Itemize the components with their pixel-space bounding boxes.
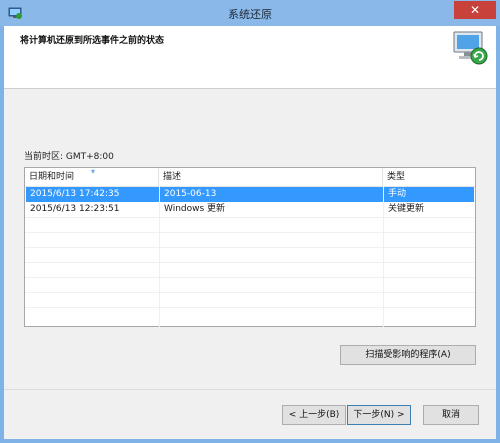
grid-line bbox=[25, 262, 475, 263]
wizard-header: 将计算机还原到所选事件之前的状态 bbox=[4, 26, 496, 88]
close-button[interactable]: ✕ bbox=[454, 1, 496, 19]
wizard-body: 当前时区: GMT+8:00 日期和时间 ▾ 描述 类型 2015/6/13 1… bbox=[4, 89, 496, 439]
row-type: 关键更新 bbox=[388, 204, 425, 214]
system-restore-large-icon bbox=[453, 31, 488, 65]
column-header-date-label: 日期和时间 bbox=[29, 172, 75, 182]
column-header-date[interactable]: 日期和时间 ▾ bbox=[25, 167, 159, 186]
window-title: 系统还原 bbox=[228, 8, 272, 21]
grid-line bbox=[25, 247, 475, 248]
timezone-label: 当前时区: GMT+8:00 bbox=[24, 152, 114, 162]
grid-line bbox=[25, 217, 475, 218]
system-restore-window: 系统还原 ✕ 将计算机还原到所选事件之前的状态 当前时区: GMT+8:00 日… bbox=[0, 0, 500, 443]
column-header-type[interactable]: 类型 bbox=[383, 168, 475, 186]
scan-affected-programs-button[interactable]: 扫描受影响的程序(A) bbox=[340, 345, 476, 365]
sort-indicator-icon: ▾ bbox=[91, 167, 96, 176]
row-description: Windows 更新 bbox=[164, 204, 226, 214]
row-description: 2015-06-13 bbox=[164, 189, 217, 199]
cancel-button[interactable]: 取消 bbox=[423, 405, 479, 425]
row-date: 2015/6/13 17:42:35 bbox=[30, 189, 120, 199]
grid-line bbox=[25, 232, 475, 233]
page-title: 将计算机还原到所选事件之前的状态 bbox=[20, 36, 165, 46]
table-row[interactable]: 2015/6/13 17:42:35 2015-06-13 手动 bbox=[26, 187, 474, 202]
footer-divider bbox=[4, 389, 496, 390]
grid-line bbox=[25, 292, 475, 293]
column-divider bbox=[159, 186, 160, 327]
grid-line bbox=[25, 277, 475, 278]
restore-point-list[interactable]: 日期和时间 ▾ 描述 类型 2015/6/13 17:42:35 2015-06… bbox=[24, 167, 476, 327]
title-bar[interactable]: 系统还原 ✕ bbox=[0, 0, 500, 26]
table-row[interactable]: 2015/6/13 12:23:51 Windows 更新 关键更新 bbox=[26, 202, 474, 217]
column-divider bbox=[383, 186, 384, 327]
back-button[interactable]: < 上一步(B) bbox=[282, 405, 346, 425]
row-date: 2015/6/13 12:23:51 bbox=[30, 204, 120, 214]
column-header-description[interactable]: 描述 bbox=[159, 168, 383, 186]
grid-line bbox=[25, 307, 475, 308]
row-type: 手动 bbox=[388, 189, 407, 199]
next-button[interactable]: 下一步(N) > bbox=[347, 405, 411, 425]
